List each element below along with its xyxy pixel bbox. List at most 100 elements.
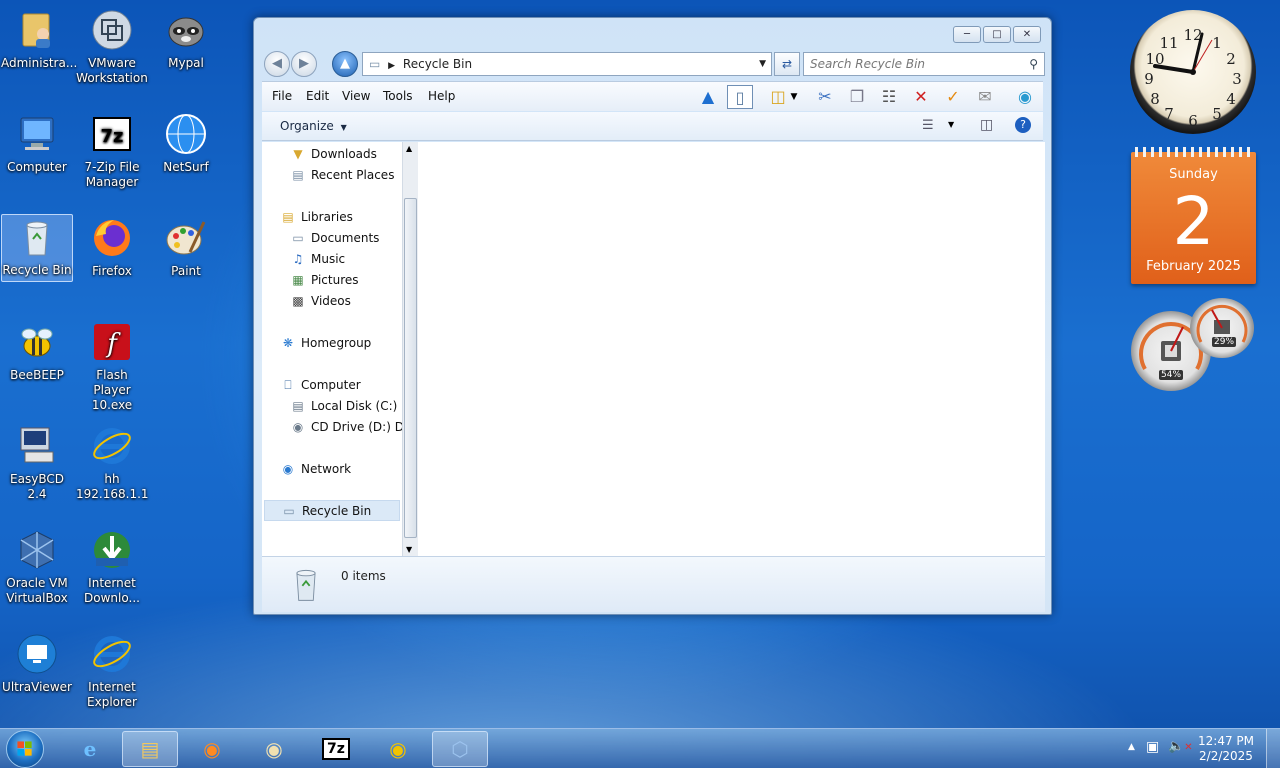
taskbar-virtualbox[interactable]: ⬡ <box>432 731 488 767</box>
caption-buttons: ─ □ ✕ <box>953 26 1041 43</box>
toolbar-folders-icon[interactable]: ▯ <box>727 85 753 109</box>
scroll-down-arrow-icon[interactable]: ▼ <box>406 545 412 554</box>
easybcd-icon <box>20 427 54 463</box>
toolbar-views-dropdown-icon[interactable]: ▼ <box>787 85 801 109</box>
file-list-pane[interactable] <box>419 142 1045 556</box>
calendar-gadget[interactable]: Sunday 2 February 2025 <box>1131 147 1256 284</box>
back-button[interactable]: ◀ <box>264 51 290 77</box>
toolbar-up-icon[interactable]: ▲ <box>695 85 721 109</box>
maximize-button[interactable]: □ <box>983 26 1011 43</box>
address-dropdown-icon[interactable]: ▼ <box>759 53 766 75</box>
search-icon: ⚲ <box>1029 57 1038 71</box>
svg-text:8: 8 <box>1150 90 1160 108</box>
help-icon[interactable]: ? <box>1015 117 1031 133</box>
start-button[interactable] <box>6 730 44 768</box>
tray-clock[interactable]: 12:47 PM 2/2/2025 <box>1198 734 1254 764</box>
scrollbar-thumb[interactable] <box>404 198 417 538</box>
internet-explorer-icon: e <box>83 737 97 761</box>
globe-icon[interactable]: ◉ <box>1012 85 1038 109</box>
change-view-icon[interactable]: ☰ <box>922 118 934 133</box>
show-desktop-button[interactable] <box>1266 729 1280 768</box>
tree-item-local-disk[interactable]: ▤ Local Disk (C:) <box>290 395 397 416</box>
desktop-icon-vmware[interactable]: VMware Workstation <box>76 8 148 86</box>
clock-gadget[interactable]: 12 1 2 345 678 9 10 11 <box>1130 10 1256 134</box>
tree-item-downloads[interactable]: ▼ Downloads <box>290 143 377 164</box>
copy-icon[interactable]: ❐ <box>844 85 870 109</box>
desktop-icon-beebeep[interactable]: BeeBEEP <box>1 320 73 383</box>
desktop-icon-flash-player[interactable]: f Flash Player 10.exe <box>76 320 148 413</box>
nav-pane-scrollbar[interactable]: ▲ ▼ <box>402 142 418 556</box>
desktop-icon-7zip[interactable]: 7z 7-Zip File Manager <box>76 112 148 190</box>
change-view-dropdown-icon[interactable]: ▼ <box>948 120 954 129</box>
desktop-icon-computer[interactable]: Computer <box>1 112 73 175</box>
details-pane: 0 items <box>262 556 1045 612</box>
organize-button[interactable]: Organize ▼ <box>280 119 347 133</box>
close-button[interactable]: ✕ <box>1013 26 1041 43</box>
taskbar-beebeep[interactable]: ◉ <box>370 731 426 767</box>
tree-item-computer[interactable]: ⎕ Computer <box>280 374 360 395</box>
minimize-button[interactable]: ─ <box>953 26 981 43</box>
tree-item-videos[interactable]: ▩ Videos <box>290 290 351 311</box>
address-bar[interactable]: ▭ ▶ Recycle Bin ▼ <box>362 52 772 76</box>
taskbar-firefox[interactable]: ◉ <box>184 731 240 767</box>
svg-text:3: 3 <box>1232 70 1242 88</box>
tree-label: Videos <box>311 293 351 308</box>
desktop-icon-easybcd[interactable]: EasyBCD 2.4 <box>1 424 73 502</box>
show-hidden-icons-icon[interactable]: ▲ <box>1128 742 1135 752</box>
desktop-icon-virtualbox[interactable]: Oracle VM VirtualBox <box>1 528 73 606</box>
desktop-icon-label: NetSurf <box>163 160 209 174</box>
desktop-icon-internet-explorer[interactable]: Internet Explorer <box>76 632 148 710</box>
desktop-icon-hh[interactable]: hh 192.168.1.1 <box>76 424 149 502</box>
tree-item-homegroup[interactable]: ❋ Homegroup <box>280 332 371 353</box>
tree-item-documents[interactable]: ▭ Documents <box>290 227 379 248</box>
preview-pane-icon[interactable]: ◫ <box>980 117 993 133</box>
menu-edit[interactable]: Edit <box>306 89 329 103</box>
paste-icon[interactable]: ☷ <box>876 85 902 109</box>
tree-item-recent-places[interactable]: ▤ Recent Places <box>290 164 394 185</box>
menu-file[interactable]: File <box>272 89 292 103</box>
delete-icon[interactable]: ✕ <box>908 85 934 109</box>
properties-check-icon[interactable]: ✓ <box>940 85 966 109</box>
cut-icon[interactable]: ✂ <box>812 85 838 109</box>
volume-muted-icon[interactable]: 🔈✕ <box>1168 739 1193 754</box>
desktop-icon-label: Firefox <box>92 264 132 278</box>
computer-icon <box>20 117 54 150</box>
ram-meter-gadget[interactable]: 29% <box>1190 298 1254 358</box>
menu-view[interactable]: View <box>342 89 370 103</box>
desktop-icon-recycle-bin[interactable]: Recycle Bin <box>1 214 73 282</box>
7zip-icon: 7z <box>322 738 350 760</box>
tree-item-cd-drive[interactable]: ◉ CD Drive (D:) Dre <box>290 416 416 437</box>
desktop-icon-paint[interactable]: Paint <box>150 216 222 279</box>
tree-item-recycle-bin[interactable]: ▭ Recycle Bin <box>264 500 400 521</box>
network-tray-icon[interactable]: ▣ <box>1146 739 1159 755</box>
search-input[interactable]: Search Recycle Bin ⚲ <box>803 52 1045 76</box>
tree-item-libraries[interactable]: ▤ Libraries <box>280 206 353 227</box>
taskbar-paint[interactable]: ◉ <box>246 731 302 767</box>
desktop-icon-firefox[interactable]: Firefox <box>76 216 148 279</box>
desktop-icon-netsurf[interactable]: NetSurf <box>150 112 222 175</box>
refresh-button[interactable]: ⇄ <box>774 52 800 76</box>
menu-tools[interactable]: Tools <box>383 89 413 103</box>
desktop-icon-mypal[interactable]: Mypal <box>150 8 222 71</box>
explorer-window[interactable]: ─ □ ✕ ◀ ▶ ▲ ▭ ▶ Recycle Bin ▼ ⇄ Search R… <box>253 17 1052 615</box>
tree-label: Libraries <box>301 209 353 224</box>
tree-item-pictures[interactable]: ▦ Pictures <box>290 269 358 290</box>
desktop-icon-label: Internet Downlo... <box>84 576 140 605</box>
taskbar-7zip[interactable]: 7z <box>308 731 364 767</box>
taskbar-internet-explorer[interactable]: e <box>62 731 118 767</box>
desktop-icon-ultraviewer[interactable]: UltraViewer <box>1 632 73 695</box>
up-button[interactable]: ▲ <box>332 51 358 77</box>
taskbar-explorer[interactable]: ▤ <box>122 731 178 767</box>
virtualbox-icon <box>20 531 54 569</box>
menu-help[interactable]: Help <box>428 89 455 103</box>
desktop-icon-internet-download[interactable]: Internet Downlo... <box>76 528 148 606</box>
tree-item-music[interactable]: ♫ Music <box>290 248 346 269</box>
tree-item-network[interactable]: ◉ Network <box>280 458 351 479</box>
email-icon[interactable]: ✉ <box>972 85 998 109</box>
desktop-icon-administrator[interactable]: Administra... <box>1 8 77 71</box>
navigation-pane[interactable]: ▼ Downloads ▤ Recent Places ▤ Libraries ▭ Do… <box>262 142 416 556</box>
folder-icon: ▤ <box>140 737 160 761</box>
scroll-up-arrow-icon[interactable]: ▲ <box>406 144 412 153</box>
system-tray: ▲ ▣ 🔈✕ 12:47 PM 2/2/2025 <box>1120 729 1280 768</box>
forward-button[interactable]: ▶ <box>291 51 317 77</box>
